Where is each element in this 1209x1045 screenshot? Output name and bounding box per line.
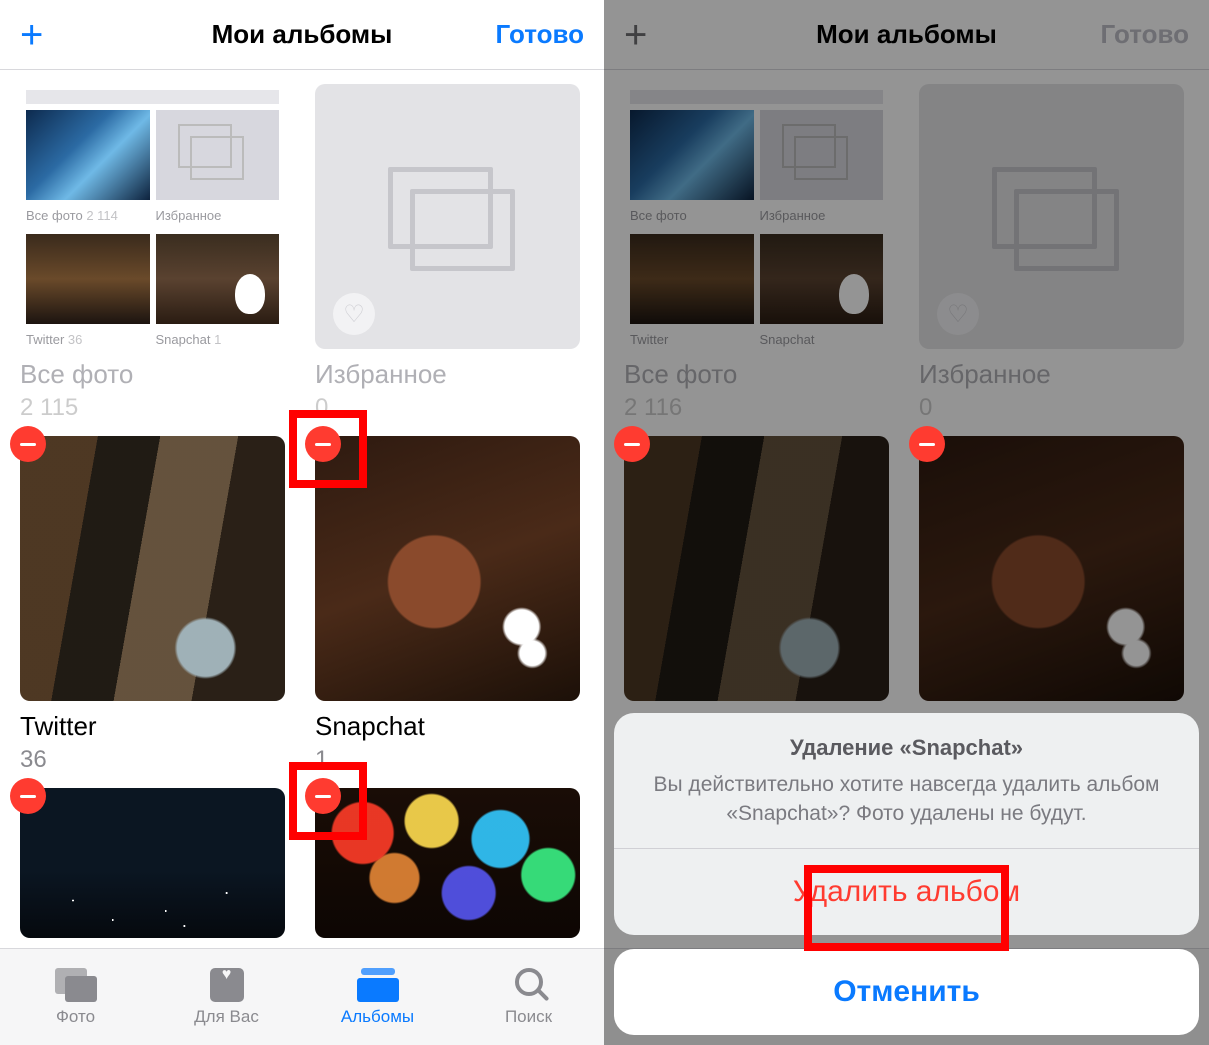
tab-label: Альбомы xyxy=(341,1007,414,1027)
mini-label: Snapchat 1 xyxy=(156,330,280,349)
done-button[interactable]: Готово xyxy=(496,19,584,50)
tab-albums[interactable]: Альбомы xyxy=(302,949,453,1045)
album-name: Snapchat xyxy=(315,711,580,742)
sheet-header: Удаление «Snapchat» Вы действительно хот… xyxy=(614,713,1199,848)
photos-icon xyxy=(55,968,97,1002)
tab-photos[interactable]: Фото xyxy=(0,949,151,1045)
album-count: 2 115 xyxy=(20,394,285,422)
album-snapchat[interactable]: Snapchat 1 xyxy=(315,436,580,774)
album-thumbnail xyxy=(20,788,285,938)
mini-label: Избранное xyxy=(156,206,280,228)
search-icon xyxy=(508,968,550,1002)
albums-icon xyxy=(357,968,399,1002)
album-twitter[interactable]: Twitter 36 xyxy=(20,436,285,774)
screen-edit-albums: + Мои альбомы Готово Все фото 2 114 Избр… xyxy=(0,0,604,1045)
album-count: 36 xyxy=(20,746,285,774)
tab-label: Поиск xyxy=(505,1007,552,1027)
screen-delete-confirm: + Мои альбомы Готово Все фото Избранное … xyxy=(604,0,1209,1045)
albums-grid[interactable]: Все фото 2 114 Избранное Twitter 36 Snap… xyxy=(0,70,604,948)
album-item[interactable] xyxy=(20,788,285,938)
delete-album-icon xyxy=(909,426,945,462)
done-button: Готово xyxy=(1101,19,1189,50)
heart-icon: ♡ xyxy=(333,293,375,335)
album-thumbnail xyxy=(20,436,285,701)
for-you-icon xyxy=(206,968,248,1002)
tab-search[interactable]: Поиск xyxy=(453,949,604,1045)
nav-bar: + Мои альбомы Готово xyxy=(0,0,604,70)
sheet-title: Удаление «Snapchat» xyxy=(642,735,1171,761)
delete-album-icon[interactable] xyxy=(10,778,46,814)
highlight-box xyxy=(289,762,367,840)
album-all-photos[interactable]: Все фото 2 114 Избранное Twitter 36 Snap… xyxy=(20,84,285,422)
delete-album-icon[interactable] xyxy=(10,426,46,462)
cancel-button[interactable]: Отменить xyxy=(614,949,1199,1035)
album-thumbnail: ♡ xyxy=(315,84,580,349)
mini-label: Все фото 2 114 xyxy=(26,206,150,228)
album-name: Избранное xyxy=(315,359,580,390)
album-favorites[interactable]: ♡ Избранное 0 xyxy=(315,84,580,422)
album-item[interactable] xyxy=(315,788,580,938)
album-name: Все фото xyxy=(20,359,285,390)
delete-album-icon xyxy=(614,426,650,462)
tab-label: Фото xyxy=(56,1007,95,1027)
mini-label: Twitter 36 xyxy=(26,330,150,349)
highlight-box xyxy=(804,865,1009,951)
tab-label: Для Вас xyxy=(194,1007,259,1027)
album-thumbnail: Все фото 2 114 Избранное Twitter 36 Snap… xyxy=(20,84,285,349)
highlight-box xyxy=(289,410,367,488)
stack-icon xyxy=(388,167,508,267)
sheet-message: Вы действительно хотите навсегда удалить… xyxy=(642,771,1171,828)
album-name: Twitter xyxy=(20,711,285,742)
tab-for-you[interactable]: Для Вас xyxy=(151,949,302,1045)
add-album-button[interactable]: + xyxy=(20,15,43,55)
action-sheet: Удаление «Snapchat» Вы действительно хот… xyxy=(614,713,1199,1035)
tab-bar: Фото Для Вас Альбомы Поиск xyxy=(0,948,604,1045)
